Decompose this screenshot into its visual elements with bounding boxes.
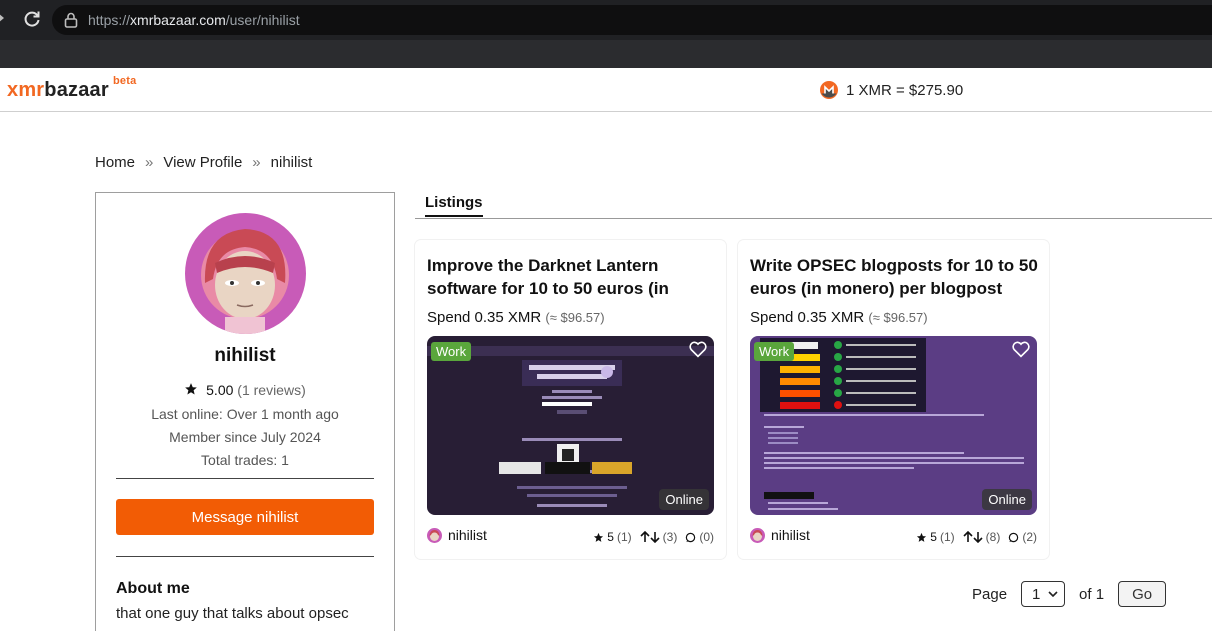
listing-price: Spend 0.35 XMR (≈ $96.57) (750, 309, 928, 326)
tab-listings[interactable]: Listings (425, 194, 483, 217)
listing-title[interactable]: Write OPSEC blogposts for 10 to 50 euros… (750, 254, 1040, 300)
breadcrumb-current: nihilist (270, 154, 313, 171)
profile-rating: 5.00 (1 reviews) (96, 382, 394, 398)
avatar (185, 213, 306, 334)
exchange-rate: 1 XMR = $275.90 (820, 81, 963, 99)
seller-name[interactable]: nihilist (448, 527, 487, 543)
star-icon (917, 532, 927, 542)
heart-icon[interactable] (688, 340, 708, 358)
lock-icon (64, 12, 78, 28)
divider (116, 556, 374, 557)
star-icon (594, 532, 604, 542)
trades-stat: (8) (963, 530, 1000, 544)
listing-thumbnail[interactable]: Work Online (427, 336, 714, 515)
go-button[interactable]: Go (1118, 581, 1167, 607)
heart-icon[interactable] (1011, 340, 1031, 358)
online-badge: Online (659, 489, 709, 510)
up-down-arrows-icon (640, 531, 660, 543)
breadcrumb: Home » View Profile » nihilist (95, 154, 312, 171)
work-badge: Work (431, 342, 472, 361)
rating-stat: 5 (1) (593, 530, 632, 544)
site-logo[interactable]: xmrbazaar beta (7, 75, 136, 102)
work-badge: Work (754, 342, 795, 361)
chevron-down-icon (1048, 591, 1058, 597)
monero-icon (820, 81, 838, 99)
listing-stats: 5 (1) (3) (0) (593, 530, 714, 544)
page-select[interactable]: 1 (1021, 581, 1066, 607)
site-header: xmrbazaar beta 1 XMR = $275.90 (0, 68, 1212, 112)
listing-thumbnail[interactable]: Work Online (750, 336, 1037, 515)
total-trades: Total trades: 1 (201, 452, 289, 468)
online-badge: Online (982, 489, 1032, 510)
listing-seller[interactable]: nihilist (750, 527, 810, 543)
browser-tab-strip (0, 40, 1212, 68)
listing-price: Spend 0.35 XMR (≈ $96.57) (427, 309, 605, 326)
listing-card[interactable]: Write OPSEC blogposts for 10 to 50 euros… (738, 240, 1049, 559)
rating-stat: 5 (1) (916, 530, 955, 544)
page-label: Page (972, 585, 1008, 603)
reload-icon[interactable] (22, 9, 42, 29)
pagination: Page 1 of 1 Go (972, 581, 1167, 607)
page-of-label: of 1 (1079, 585, 1105, 603)
comment-icon (1009, 532, 1019, 542)
breadcrumb-view-profile[interactable]: View Profile (163, 154, 242, 171)
about-title: About me (116, 580, 190, 597)
message-button[interactable]: Message nihilist (116, 499, 374, 535)
browser-toolbar: https://xmrbazaar.com/user/nihilist (0, 0, 1212, 40)
forward-icon[interactable] (0, 13, 4, 23)
breadcrumb-home[interactable]: Home (95, 154, 135, 171)
comments-stat: (0) (685, 530, 714, 544)
seller-avatar (750, 527, 765, 543)
trades-stat: (3) (640, 530, 677, 544)
divider (116, 478, 374, 479)
comments-stat: (2) (1008, 530, 1037, 544)
listing-stats: 5 (1) (8) (2) (916, 530, 1037, 544)
up-down-arrows-icon (963, 531, 983, 543)
about-text: that one guy that talks about opsec (116, 605, 349, 622)
url-text: https://xmrbazaar.com/user/nihilist (88, 12, 300, 28)
profile-name: nihilist (214, 345, 276, 366)
seller-avatar (427, 527, 442, 543)
seller-name[interactable]: nihilist (771, 527, 810, 543)
address-bar[interactable]: https://xmrbazaar.com/user/nihilist (52, 5, 1212, 35)
breadcrumb-separator: » (252, 154, 261, 171)
beta-label: beta (113, 75, 137, 87)
listing-title[interactable]: Improve the Darknet Lantern software for… (427, 254, 717, 300)
last-online: Last online: Over 1 month ago (151, 406, 339, 422)
listing-seller[interactable]: nihilist (427, 527, 487, 543)
breadcrumb-separator: » (145, 154, 154, 171)
listing-card[interactable]: Improve the Darknet Lantern software for… (415, 240, 726, 559)
profile-tabs: Listings (415, 194, 1212, 219)
profile-card: nihilist 5.00 (1 reviews) Last online: O… (95, 192, 395, 631)
comment-icon (686, 532, 696, 542)
star-icon (185, 383, 198, 395)
member-since: Member since July 2024 (169, 429, 321, 445)
